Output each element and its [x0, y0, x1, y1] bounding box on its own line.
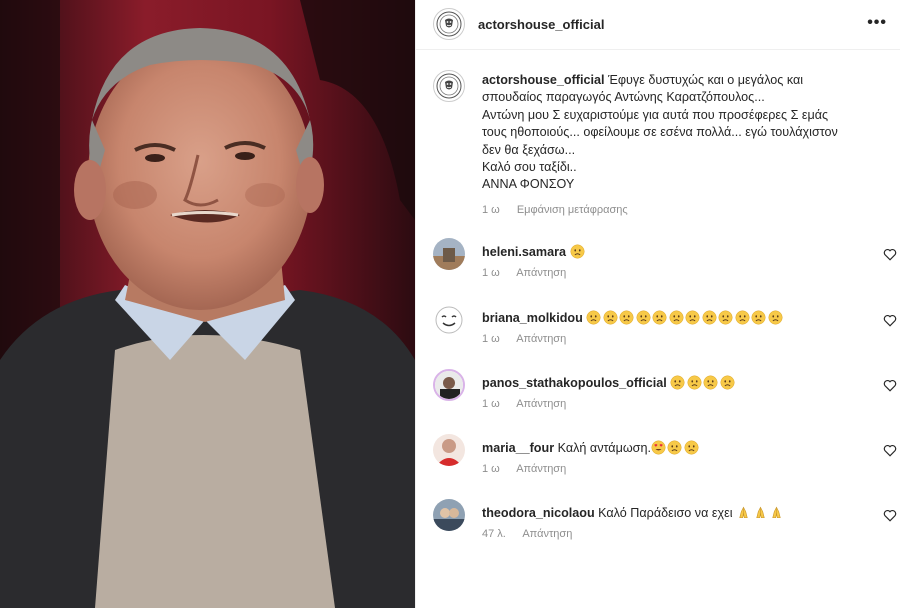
caption-line: Καλό σου ταξίδι..: [482, 160, 577, 175]
comment: panos_stathakopoulos_official 1 ω Απάντη…: [416, 369, 900, 429]
comment-time: 1 ω: [482, 463, 500, 475]
commenter-avatar[interactable]: [433, 499, 465, 531]
sad-emoji-icon: [636, 310, 651, 325]
caption-line: τους ηθοποιούς... οφείλουμε σε εσένα πολ…: [482, 125, 838, 140]
pray-emoji-icon: [739, 506, 748, 519]
like-heart-icon[interactable]: [883, 444, 897, 457]
sad-emoji-icon: [720, 375, 735, 390]
comment-body: Καλό Παράδεισο να εχει: [598, 506, 733, 520]
comment-username[interactable]: theodora_nicolaou: [482, 506, 595, 520]
comment-time: 1 ω: [482, 398, 500, 410]
theater-logo-icon: [436, 73, 462, 99]
like-heart-icon[interactable]: [883, 314, 897, 327]
reply-button[interactable]: Απάντηση: [516, 398, 566, 410]
caption-line: ΑΝΝΑ ΦΟΝΣΟΥ: [482, 177, 575, 192]
comment-emojis: [670, 375, 736, 390]
reply-button[interactable]: Απάντηση: [516, 463, 566, 475]
sad-emoji-icon: [652, 310, 667, 325]
commenter-avatar[interactable]: [433, 434, 465, 466]
caption-text: actorshouse_official Έφυγε δυστυχώς και …: [482, 72, 862, 194]
sad-emoji-icon: [703, 375, 718, 390]
like-heart-icon[interactable]: [883, 248, 897, 261]
sad-emoji-icon: [670, 375, 685, 390]
caption-line: δεν θα ξεχάσω...: [482, 142, 576, 157]
caption-line: Αντώνη μου Σ ευχαριστούμε για αυτά που π…: [482, 107, 829, 122]
sad-emoji-icon: [768, 310, 783, 325]
sad-emoji-icon: [586, 310, 601, 325]
comment-meta: 1 ω Απάντηση: [482, 463, 580, 475]
comment-time: 47 λ.: [482, 528, 506, 540]
like-heart-icon[interactable]: [883, 379, 897, 392]
post-header: actorshouse_official •••: [416, 0, 900, 50]
caption-line: Έφυγε δυστυχώς και ο μεγάλος και: [607, 73, 804, 87]
sad-emoji-icon: [702, 310, 717, 325]
post-detail-panel: actorshouse_official ••• actorshouse_off…: [415, 0, 900, 608]
comment-time: 1 ω: [482, 267, 500, 279]
see-translation-link[interactable]: Εμφάνιση μετάφρασης: [517, 204, 628, 216]
post-photo: [0, 0, 415, 608]
comment-meta: 47 λ. Απάντηση: [482, 528, 586, 540]
sad-emoji-icon: [669, 310, 684, 325]
pray-emoji-icon: [755, 506, 765, 519]
comment-emojis: [736, 506, 786, 520]
comment-username[interactable]: panos_stathakopoulos_official: [482, 376, 667, 390]
commenter-avatar[interactable]: [433, 304, 465, 336]
comment-body: Καλή αντάμωση.: [557, 441, 651, 455]
comment-emojis: [651, 440, 701, 455]
sad-emoji-icon: [718, 310, 733, 325]
comment: theodora_nicolaou Καλό Παράδεισο να εχει…: [416, 499, 900, 559]
caption-line: σπουδαίος παραγωγός Αντώνης Καρατζόπουλο…: [482, 90, 765, 105]
comment-time: 1 ω: [482, 333, 500, 345]
account-username[interactable]: actorshouse_official: [478, 17, 604, 32]
sad-emoji-icon: [685, 310, 700, 325]
comment-meta: 1 ω Απάντηση: [482, 398, 580, 410]
comment-username[interactable]: briana_molkidou: [482, 311, 583, 325]
comment-username[interactable]: heleni.samara: [482, 245, 566, 259]
sad-emoji-icon: [603, 310, 618, 325]
comment-emojis: [586, 310, 784, 325]
sad-emoji-icon: [751, 310, 766, 325]
sad-emoji-icon: [687, 375, 702, 390]
account-avatar[interactable]: [433, 8, 465, 40]
like-heart-icon[interactable]: [883, 509, 897, 522]
sad-emoji-icon: [667, 440, 682, 455]
sad-emoji-icon: [684, 440, 699, 455]
reply-button[interactable]: Απάντηση: [516, 267, 566, 279]
reply-button[interactable]: Απάντηση: [516, 333, 566, 345]
comment-emojis: [570, 244, 587, 259]
comment-text: panos_stathakopoulos_official: [482, 375, 736, 390]
comment-text: briana_molkidou: [482, 310, 784, 325]
comment-text: heleni.samara: [482, 244, 586, 259]
comment-text: maria__four Καλή αντάμωση.: [482, 440, 700, 455]
pray-emoji-icon: [772, 506, 781, 519]
caption-username[interactable]: actorshouse_official: [482, 73, 604, 87]
comment: heleni.samara 1 ω Απάντηση: [416, 238, 900, 298]
reply-button[interactable]: Απάντηση: [522, 528, 572, 540]
comment: briana_molkidou 1 ω Απάντηση: [416, 304, 900, 364]
sad-emoji-icon: [570, 244, 584, 259]
comment-username[interactable]: maria__four: [482, 441, 554, 455]
heart-eyes-emoji-icon: [651, 440, 666, 455]
caption-avatar[interactable]: [433, 70, 465, 102]
commenter-avatar[interactable]: [433, 369, 465, 401]
theater-logo-icon: [436, 11, 462, 37]
post-photo-illustration: [0, 0, 415, 608]
sad-emoji-icon: [735, 310, 750, 325]
sad-emoji-icon: [619, 310, 634, 325]
commenter-avatar[interactable]: [433, 238, 465, 270]
comment-text: theodora_nicolaou Καλό Παράδεισο να εχει: [482, 505, 786, 520]
more-options-icon[interactable]: •••: [867, 14, 887, 32]
comment-meta: 1 ω Απάντηση: [482, 333, 580, 345]
comment: maria__four Καλή αντάμωση. 1 ω Απάντηση: [416, 434, 900, 494]
comment-meta: 1 ω Απάντηση: [482, 267, 580, 279]
caption-meta: 1 ω Εμφάνιση μετάφρασης: [482, 204, 642, 216]
caption-time: 1 ω: [482, 204, 500, 216]
